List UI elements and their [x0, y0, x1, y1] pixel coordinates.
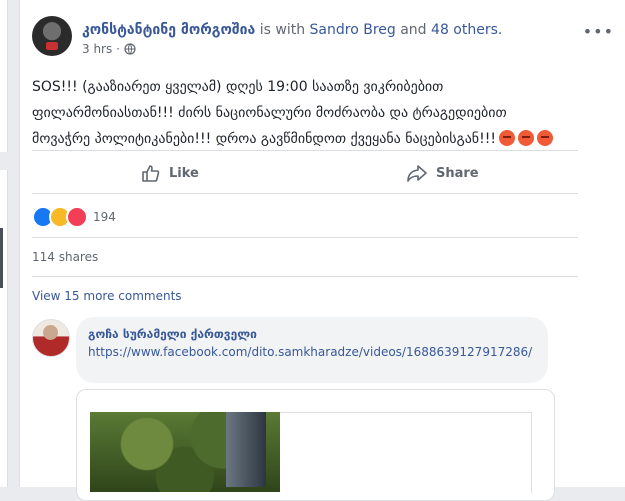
adjacent-image-strip — [0, 228, 3, 288]
comment-author-link[interactable]: გოჩა სურამელი ქართველი — [88, 327, 257, 341]
tagged-others-link[interactable]: 48 others. — [431, 22, 502, 38]
share-arrow-icon — [406, 163, 428, 183]
post-body: SOS!!! (გააზიარეთ ყველამ) დღეს 19:00 საა… — [32, 74, 606, 152]
angry-face-icon — [536, 130, 553, 146]
thumbs-up-icon — [141, 163, 161, 183]
author-avatar[interactable] — [32, 16, 72, 56]
angry-face-icon — [517, 130, 534, 146]
view-more-comments-link[interactable]: View 15 more comments — [32, 289, 182, 303]
reaction-count: 194 — [93, 210, 116, 224]
divider-shares — [32, 276, 578, 277]
post-text-line-1: SOS!!! (გააზიარეთ ყველამ) დღეს 19:00 საა… — [32, 79, 444, 95]
share-button[interactable]: Share — [406, 163, 479, 183]
post-text-line-2: ფილარმონიასთან!!! ძირს ნაციონალური მოძრა… — [32, 105, 507, 121]
reactions-summary[interactable]: 194 — [32, 206, 116, 228]
divider-top — [32, 150, 578, 151]
post-timestamp[interactable]: 3 hrs — [82, 42, 112, 56]
tagged-user-link[interactable]: Sandro Breg — [310, 22, 396, 38]
post-card: კონსტანტინე მორგოშია is with Sandro Breg… — [19, 0, 625, 501]
angry-face-icon — [498, 130, 515, 146]
love-icon — [66, 206, 88, 228]
post-meta: 3 hrs · — [82, 42, 136, 56]
like-button[interactable]: Like — [141, 163, 199, 183]
share-label: Share — [436, 165, 479, 181]
divider-actions — [32, 193, 578, 194]
comment-link[interactable]: https://www.facebook.com/dito.samkharadz… — [88, 344, 540, 361]
shares-count[interactable]: 114 shares — [32, 250, 98, 264]
like-label: Like — [169, 165, 199, 181]
comment-bubble: გოჩა სურამელი ქართველი https://www.faceb… — [76, 317, 548, 383]
post-author-link[interactable]: კონსტანტინე მორგოშია — [82, 22, 255, 38]
post-header: კონსტანტინე მორგოშია is with Sandro Breg… — [32, 16, 614, 60]
post-text-line-3-text: მოვაჭრე პოლიტიკანები!!! დროა გავწმინდოთ … — [32, 131, 496, 147]
post-options-button[interactable]: ••• — [583, 22, 614, 41]
privacy-globe-icon — [124, 42, 136, 56]
post-text-line-3: მოვაჭრე პოლიტიკანები!!! დროა გავწმინდოთ … — [32, 126, 606, 152]
adjacent-card-top — [0, 0, 8, 152]
adjacent-card-bottom — [0, 170, 8, 487]
meta-separator: · — [116, 42, 120, 56]
and-text: and — [395, 22, 432, 38]
video-thumbnail-person — [226, 412, 266, 487]
with-text: is with — [255, 22, 310, 38]
post-author-line: კონსტანტინე მორგოშია is with Sandro Breg… — [82, 20, 502, 38]
divider-reactions — [32, 237, 578, 238]
commenter-avatar[interactable] — [32, 319, 70, 357]
